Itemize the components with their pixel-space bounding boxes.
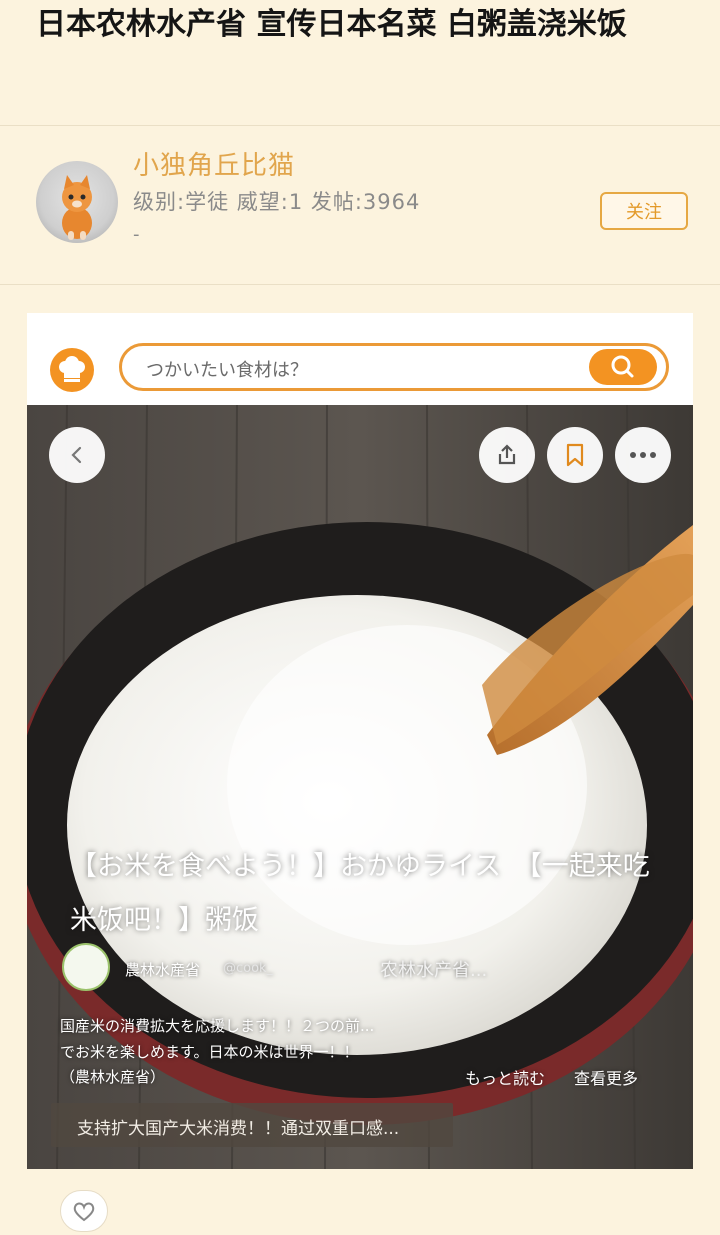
search-icon — [611, 355, 634, 378]
divider — [0, 284, 720, 285]
source-name[interactable]: 農林水産省 — [125, 959, 200, 980]
author-name[interactable]: 小独角丘比猫 — [133, 145, 295, 182]
translation-bar: 支持扩大国产大米消费！！通过双重口感... — [51, 1103, 453, 1147]
more-button[interactable] — [615, 427, 671, 483]
recipe-description-line: でお米を楽しめます。日本の米は世界一！！ — [60, 1043, 359, 1061]
like-button[interactable] — [60, 1190, 108, 1232]
recipe-description-line: 国産米の消費拡大を応援します！！２つの前... — [60, 1017, 375, 1035]
source-translation: 农林水产省... — [380, 960, 488, 981]
author-card: 小独角丘比猫 级别:学徒 威望:1 发帖:3964 - 关注 — [0, 126, 720, 284]
more-icon — [630, 452, 656, 458]
read-more-translated[interactable]: 查看更多 — [574, 1065, 638, 1089]
cat-avatar — [62, 175, 92, 240]
search-button[interactable] — [589, 349, 657, 385]
search-placeholder: つかいたい食材は？ — [146, 360, 308, 381]
share-button[interactable] — [479, 427, 535, 483]
back-icon — [71, 446, 82, 464]
follow-button[interactable]: 关注 — [600, 192, 688, 230]
recipe-description-line: （農林水産省） — [60, 1068, 166, 1086]
app-header: つかいたい食材は？ — [27, 313, 693, 405]
source-logo — [62, 943, 110, 991]
read-more-link[interactable]: もっと読む — [465, 1065, 545, 1089]
embedded-screenshot[interactable]: つかいたい食材は？ 【お米を食べよう！】おかゆライス 【一起来吃米饭吧！】粥饭 … — [27, 313, 693, 1169]
bookmark-button[interactable] — [547, 427, 603, 483]
recipe-title: 【お米を食べよう！】おかゆライス 【一起来吃米饭吧！】粥饭 — [70, 851, 650, 936]
app-logo — [50, 348, 94, 392]
share-icon — [498, 444, 516, 465]
source-handle: @cook_ — [223, 961, 274, 976]
bookmark-icon — [566, 443, 584, 467]
back-button[interactable] — [49, 427, 105, 483]
author-extra: - — [133, 224, 140, 245]
chef-hat-icon — [59, 356, 85, 382]
author-stats: 级别:学徒 威望:1 发帖:3964 — [133, 190, 421, 214]
author-avatar[interactable] — [36, 161, 118, 243]
translation-text: 支持扩大国产大米消费！！通过双重口感... — [77, 1119, 400, 1139]
recipe-search-box[interactable]: つかいたい食材は？ — [119, 343, 669, 391]
like-icon — [73, 1202, 95, 1222]
post-title: 日本农林水产省 宣传日本名菜 白粥盖浇米饭 — [36, 7, 627, 42]
